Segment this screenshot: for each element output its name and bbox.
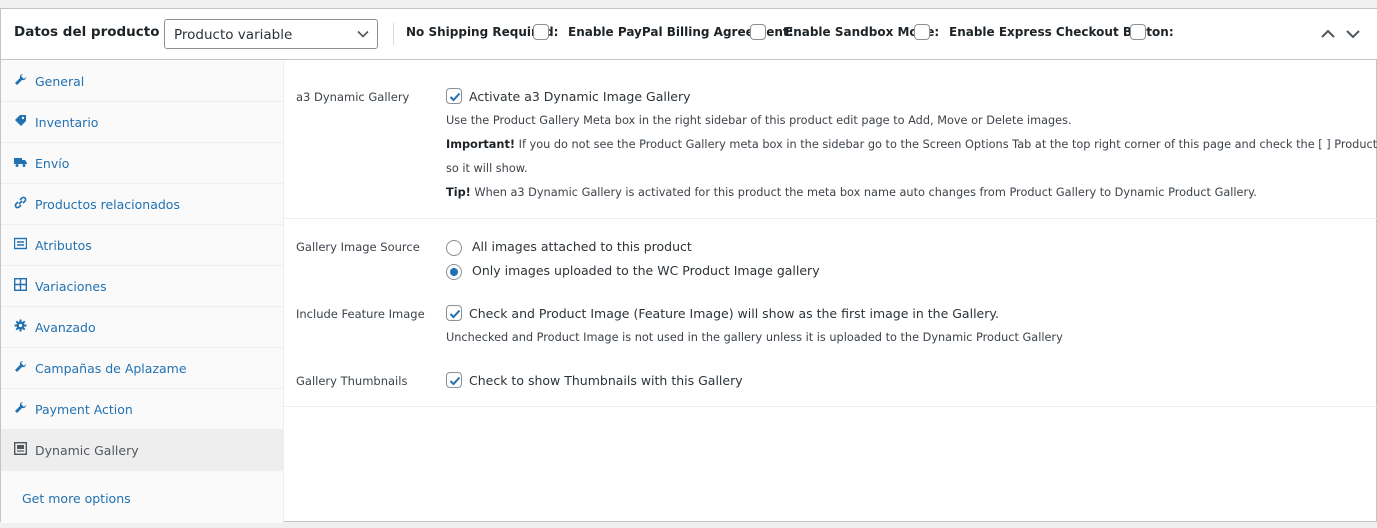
gear-icon — [14, 319, 27, 332]
tab-variaciones[interactable]: Variaciones — [1, 266, 283, 307]
tab-avanzado[interactable]: Avanzado — [1, 307, 283, 348]
tab-label: General — [35, 74, 85, 89]
source-all-images-label: All images attached to this product — [472, 239, 692, 254]
product-data-panel: Datos del producto — Producto variable N… — [0, 8, 1377, 523]
tab-label: Payment Action — [35, 402, 133, 417]
dynamic-gallery-panel: a3 Dynamic Gallery Activate a3 Dynamic I… — [284, 61, 1377, 523]
product-data-tabs: General Inventario Envío Productos relac… — [1, 61, 284, 523]
source-wc-gallery-radio[interactable] — [446, 264, 462, 280]
tab-dynamic-gallery[interactable]: Dynamic Gallery — [1, 430, 283, 471]
checkmark-icon — [449, 309, 461, 319]
product-type-value: Producto variable — [174, 27, 293, 43]
link-icon — [14, 196, 27, 209]
gallery-description: Use the Product Gallery Meta box in the … — [446, 114, 1072, 127]
tab-label: Dynamic Gallery — [35, 443, 139, 458]
tip-label: Tip! — [446, 186, 471, 199]
checkmark-icon — [449, 376, 461, 386]
header-divider — [393, 23, 394, 45]
tab-inventario[interactable]: Inventario — [1, 102, 283, 143]
activate-gallery-label: Activate a3 Dynamic Image Gallery — [469, 89, 691, 104]
tab-label: Envío — [35, 156, 70, 171]
truck-icon — [14, 158, 27, 167]
product-type-select[interactable]: Producto variable — [164, 19, 378, 49]
move-down-icon[interactable] — [1345, 27, 1361, 41]
express-checkout-checkbox[interactable] — [1130, 24, 1146, 40]
thumbnails-checkbox[interactable] — [446, 372, 462, 388]
wrench-icon — [15, 401, 27, 413]
tab-campanas-aplazame[interactable]: Campañas de Aplazame — [1, 348, 283, 389]
tab-general[interactable]: General — [1, 61, 283, 102]
feature-image-checkbox[interactable] — [446, 305, 462, 321]
important-label: Important! — [446, 138, 516, 151]
checkmark-icon — [449, 92, 461, 102]
sandbox-mode-checkbox[interactable] — [914, 24, 930, 40]
section-divider — [284, 406, 1377, 407]
list-icon — [14, 237, 27, 250]
a3-gallery-label: a3 Dynamic Gallery — [296, 90, 410, 104]
paypal-billing-checkbox[interactable] — [750, 24, 766, 40]
wrench-icon — [15, 73, 27, 85]
feature-image-label: Include Feature Image — [296, 307, 425, 321]
tip-text: When a3 Dynamic Gallery is activated for… — [470, 186, 1257, 199]
wrench-icon — [15, 360, 27, 372]
tab-label: Campañas de Aplazame — [35, 361, 187, 376]
tag-icon — [15, 115, 26, 126]
image-source-label: Gallery Image Source — [296, 240, 420, 254]
no-shipping-checkbox[interactable] — [533, 24, 549, 40]
tab-atributos[interactable]: Atributos — [1, 225, 283, 266]
tab-label: Inventario — [35, 115, 99, 130]
source-wc-gallery-label: Only images uploaded to the WC Product I… — [472, 263, 820, 278]
section-divider — [284, 218, 1377, 219]
activate-gallery-checkbox[interactable] — [446, 88, 462, 104]
tab-productos-relacionados[interactable]: Productos relacionados — [1, 184, 283, 225]
grid-icon — [14, 278, 27, 291]
panel-header: Datos del producto — Producto variable N… — [1, 9, 1377, 60]
important-note-cont: so it will show. — [446, 162, 528, 175]
gallery-icon — [14, 442, 27, 455]
chevron-down-icon — [357, 30, 369, 38]
important-note: Important! If you do not see the Product… — [446, 138, 1377, 151]
thumbnails-label: Gallery Thumbnails — [296, 374, 408, 388]
thumbnails-option-label: Check to show Thumbnails with this Galle… — [469, 373, 743, 388]
tip-note: Tip! When a3 Dynamic Gallery is activate… — [446, 186, 1257, 199]
tab-label: Productos relacionados — [35, 197, 180, 212]
feature-image-description: Unchecked and Product Image is not used … — [446, 331, 1063, 344]
source-all-images-radio[interactable] — [446, 240, 462, 256]
tab-envio[interactable]: Envío — [1, 143, 283, 184]
tab-payment-action[interactable]: Payment Action — [1, 389, 283, 430]
feature-image-option-label: Check and Product Image (Feature Image) … — [469, 306, 999, 321]
get-more-options-link[interactable]: Get more options — [22, 491, 131, 506]
tab-label: Atributos — [35, 238, 92, 253]
move-up-icon[interactable] — [1320, 27, 1336, 41]
panel-title: Datos del producto — — [14, 24, 178, 40]
tab-label: Avanzado — [35, 320, 96, 335]
tab-label: Variaciones — [35, 279, 107, 294]
important-text: If you do not see the Product Gallery me… — [515, 138, 1377, 151]
